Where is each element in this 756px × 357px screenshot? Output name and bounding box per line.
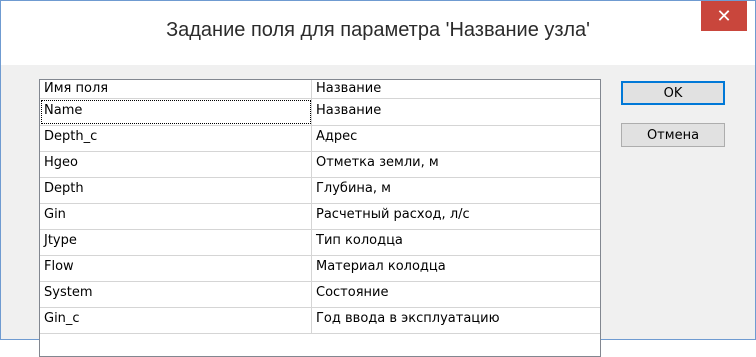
list-item[interactable]: Flow Материал колодца — [40, 255, 600, 282]
cancel-button[interactable]: Отмена — [621, 123, 725, 147]
field-title-cell: Год ввода в эксплуатацию — [316, 311, 500, 326]
field-title-cell: Состояние — [316, 285, 389, 300]
field-name-cell: Flow — [40, 255, 312, 281]
list-item[interactable]: Name Название — [40, 99, 600, 126]
list-item[interactable]: Depth Глубина, м — [40, 177, 600, 204]
field-title-cell: Материал колодца — [316, 259, 446, 274]
fields-list[interactable]: Имя поля Название Name Название Depth_c Адр… — [39, 79, 601, 357]
field-name-cell: Depth_c — [40, 125, 312, 151]
field-title-cell: Глубина, м — [316, 181, 391, 196]
list-item[interactable]: Depth_c Адрес — [40, 125, 600, 152]
ok-button[interactable]: OK — [621, 81, 725, 105]
list-item[interactable]: System Состояние — [40, 281, 600, 308]
field-name-cell: Hgeo — [40, 151, 312, 177]
field-name-cell: Name — [40, 99, 312, 125]
close-icon: ✕ — [716, 5, 732, 26]
field-title-cell: Адрес — [316, 129, 358, 144]
close-button[interactable]: ✕ — [701, 1, 747, 31]
field-title-cell: Расчетный расход, л/с — [316, 207, 470, 222]
title-bar[interactable]: Задание поля для параметра 'Название узл… — [1, 1, 755, 65]
field-name-cell: Depth — [40, 177, 312, 203]
dialog-title: Задание поля для параметра 'Название узл… — [166, 19, 590, 41]
field-name-cell: Gin — [40, 203, 312, 229]
list-header: Имя поля Название — [40, 80, 600, 99]
list-item[interactable]: Gin_c Год ввода в эксплуатацию — [40, 307, 600, 334]
field-name-cell: Gin_c — [40, 307, 312, 333]
column-header-field-name[interactable]: Имя поля — [40, 80, 312, 98]
field-name-cell: Jtype — [40, 229, 312, 255]
dialog-window: Задание поля для параметра 'Название узл… — [0, 0, 756, 357]
column-header-title[interactable]: Название — [312, 80, 600, 98]
field-title-cell: Название — [316, 103, 382, 118]
dialog-body: Имя поля Название Name Название Depth_c Адр… — [9, 65, 747, 357]
list-item[interactable]: Jtype Тип колодца — [40, 229, 600, 256]
list-item[interactable]: Hgeo Отметка земли, м — [40, 151, 600, 178]
field-title-cell: Отметка земли, м — [316, 155, 439, 170]
list-item[interactable]: Gin Расчетный расход, л/с — [40, 203, 600, 230]
field-title-cell: Тип колодца — [316, 233, 403, 248]
field-name-cell: System — [40, 281, 312, 307]
